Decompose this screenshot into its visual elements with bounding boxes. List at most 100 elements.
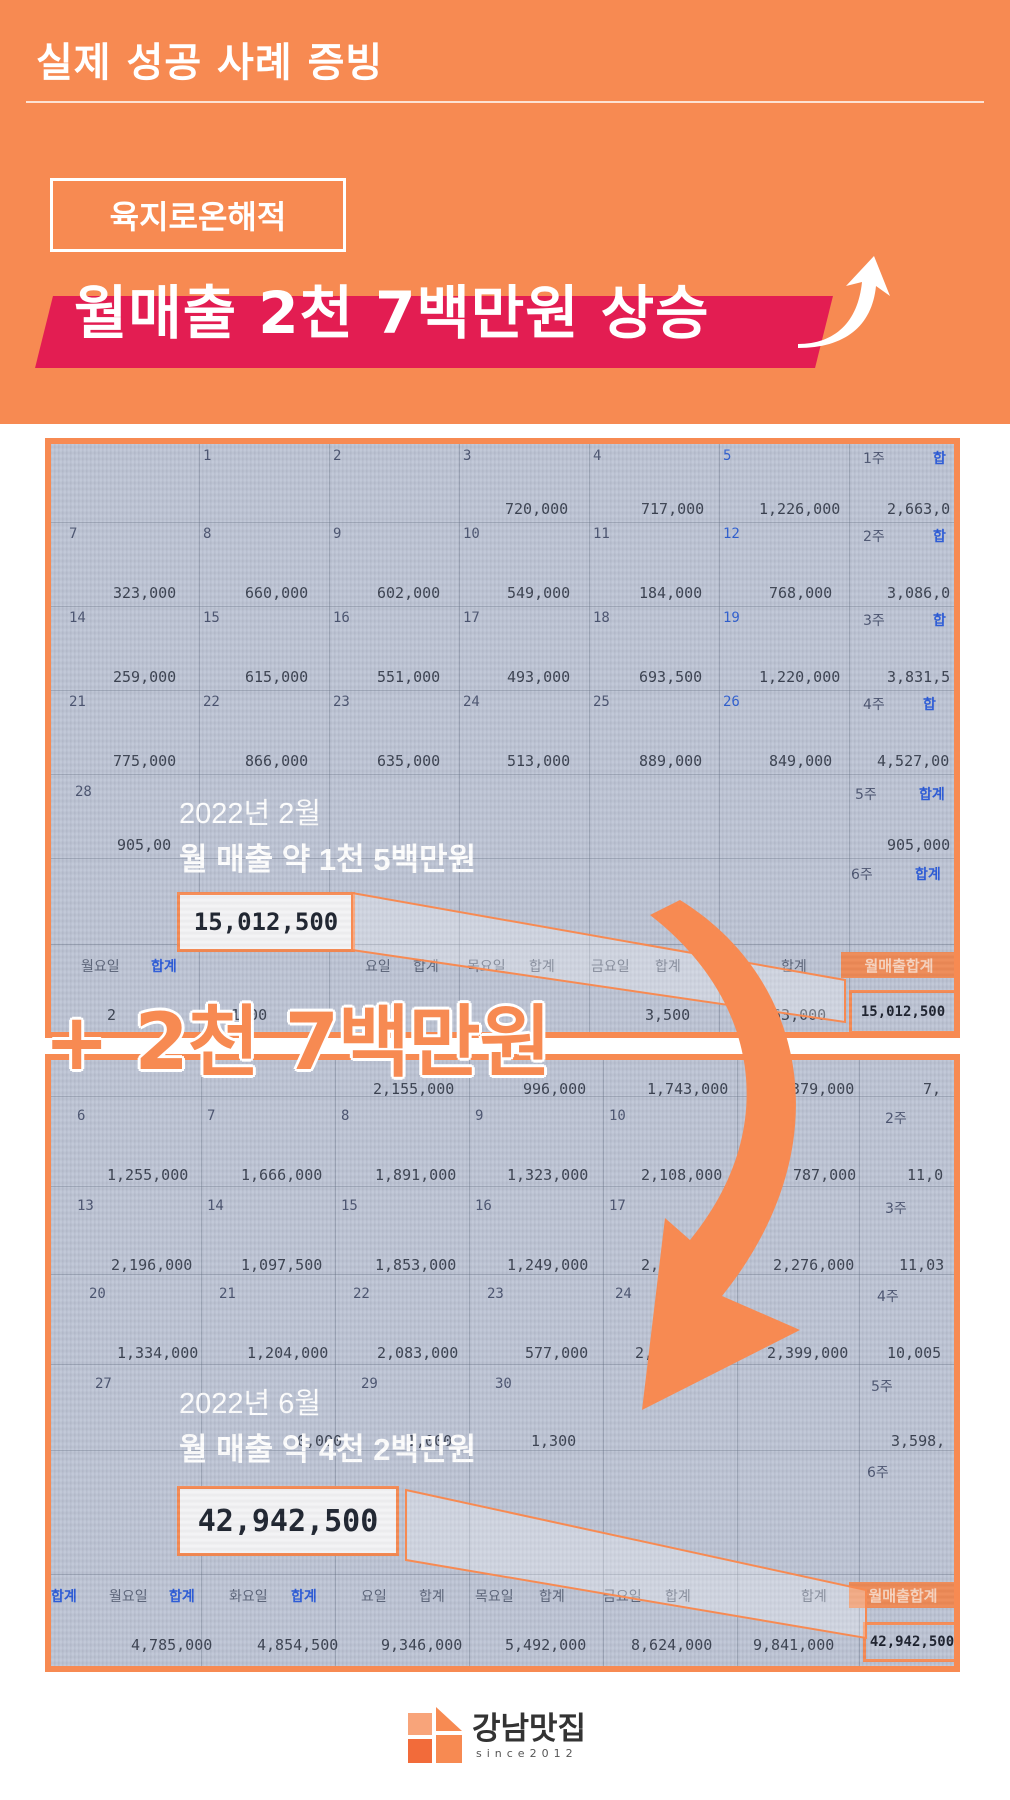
week-label: 4주 (863, 697, 885, 713)
store-name-box: 육지로온해적 (50, 178, 346, 252)
day-number: 10 (609, 1108, 626, 1124)
daily-sales: 1,323,000 (507, 1166, 589, 1184)
weekday-label: 요일 (365, 959, 391, 975)
daily-sales: 1,743,000 (647, 1080, 729, 1098)
daily-sales: 577,000 (525, 1344, 589, 1362)
day-number: 18 (593, 610, 610, 626)
after-date: 2022년 6월 (179, 1388, 322, 1420)
weekday-total: 9,346,000 (381, 1636, 463, 1654)
daily-sales: 1,226,000 (759, 500, 841, 518)
daily-sales: 615,000 (245, 668, 309, 686)
day-number: 16 (475, 1198, 492, 1214)
weekday-label: 화요일 (229, 1589, 268, 1605)
logo-since: since2012 (476, 1747, 578, 1760)
sum-label: 합계 (665, 1589, 691, 1605)
daily-sales: 2, (635, 1344, 654, 1362)
daily-sales: 1,300 (531, 1432, 577, 1450)
sum-label: 합계 (51, 1589, 77, 1605)
week-label: 3주 (885, 1201, 907, 1217)
weekly-total: 2,663,0 (887, 500, 951, 518)
daily-sales: 2,276,000 (773, 1256, 855, 1274)
day-number: 24 (463, 694, 480, 710)
logo-mark-icon (408, 1707, 462, 1763)
daily-sales: 513,000 (507, 752, 571, 770)
day-number: 12 (723, 526, 740, 542)
daily-sales: 602,000 (377, 584, 441, 602)
day-number: 8 (341, 1108, 350, 1124)
daily-sales: 1,891,000 (375, 1166, 457, 1184)
weekly-total: 7, (923, 1080, 942, 1098)
daily-sales: 493,000 (507, 668, 571, 686)
store-name: 육지로온해적 (109, 198, 287, 236)
day-number: 27 (95, 1376, 112, 1392)
day-number: 1 (203, 448, 212, 464)
day-number: 10 (463, 526, 480, 542)
weekly-total: 11,0 (907, 1166, 944, 1184)
day-number: 19 (723, 610, 740, 626)
daily-sales: 2, (641, 1256, 660, 1274)
sum-label: 합계 (919, 787, 945, 803)
sum-label: 합계 (169, 1589, 195, 1605)
header-banner: 실제 성공 사례 증빙 육지로온해적 월매출 2천 7백만원 상승 (0, 0, 1010, 424)
daily-sales: 1,204,000 (247, 1344, 329, 1362)
day-number: 20 (89, 1286, 106, 1302)
headline: 월매출 2천 7백만원 상승 (74, 279, 710, 347)
day-number: 24 (615, 1286, 632, 1302)
weekly-total: 3,831,5 (887, 668, 951, 686)
sum-label: 합 (933, 613, 946, 629)
brand-logo: 강남맛집 since2012 (406, 1703, 616, 1767)
week-label: 3주 (863, 613, 885, 629)
daily-sales: 693,500 (639, 668, 703, 686)
day-number: 22 (203, 694, 220, 710)
header-divider (26, 101, 984, 103)
monthly-total-cell: 42,942,500 (863, 1622, 954, 1662)
day-number: 14 (69, 610, 86, 626)
weekly-total: 905,000 (887, 836, 951, 854)
weekday-total: 063,000 (763, 1006, 827, 1024)
daily-sales: 1,097,500 (241, 1256, 323, 1274)
week-label: 2주 (885, 1111, 907, 1127)
day-number: 8 (203, 526, 212, 542)
sum-label: 합 (933, 451, 946, 467)
daily-sales: 787,000 (793, 1166, 857, 1184)
daily-sales: 768,000 (769, 584, 833, 602)
daily-sales: 184,000 (639, 584, 703, 602)
daily-sales: 775,000 (113, 752, 177, 770)
day-number: 30 (495, 1376, 512, 1392)
daily-sales: 1,334,000 (117, 1344, 199, 1362)
daily-sales: 1,249,000 (507, 1256, 589, 1274)
weekday-total: 8,624,000 (631, 1636, 713, 1654)
weekday-label: 금요일 (591, 959, 630, 975)
daily-sales: 1,220,000 (759, 668, 841, 686)
before-date: 2022년 2월 (179, 798, 322, 830)
daily-sales: 660,000 (245, 584, 309, 602)
day-number: 23 (333, 694, 350, 710)
day-number: 21 (69, 694, 86, 710)
daily-sales: 866,000 (245, 752, 309, 770)
day-number: 23 (487, 1286, 504, 1302)
weekly-total: 3,086,0 (887, 584, 951, 602)
daily-sales: 259,000 (113, 668, 177, 686)
sum-label: 합 (933, 529, 946, 545)
sum-label: 합계 (151, 959, 177, 975)
day-number: 6 (77, 1108, 86, 1124)
week-label: 4주 (877, 1289, 899, 1305)
sum-label: 합계 (291, 1589, 317, 1605)
weekly-total: 3,598, (891, 1432, 946, 1450)
weekday-label: 금요일 (603, 1589, 642, 1605)
weekly-total: 10,005 (887, 1344, 942, 1362)
day-number: 14 (207, 1198, 224, 1214)
spreadsheet-photo-after: 2,155,000 996,000 1,743,000 2,379,000 7,… (45, 1054, 960, 1672)
day-number: 4 (593, 448, 602, 464)
logo-name: 강남맛집 (472, 1711, 587, 1747)
monthly-total-header: 월매출합계 (849, 1582, 954, 1608)
day-number: 15 (203, 610, 220, 626)
daily-sales: 1,666,000 (241, 1166, 323, 1184)
daily-sales: 323,000 (113, 584, 177, 602)
day-number: 17 (609, 1198, 626, 1214)
before-total-zoom: 15,012,500 (177, 892, 355, 952)
up-arrow-icon (798, 256, 890, 348)
weekday-label: 목요일 (467, 959, 506, 975)
sales-grid-after: 2,155,000 996,000 1,743,000 2,379,000 7,… (51, 1060, 954, 1666)
sum-label: 합계 (801, 1589, 827, 1605)
